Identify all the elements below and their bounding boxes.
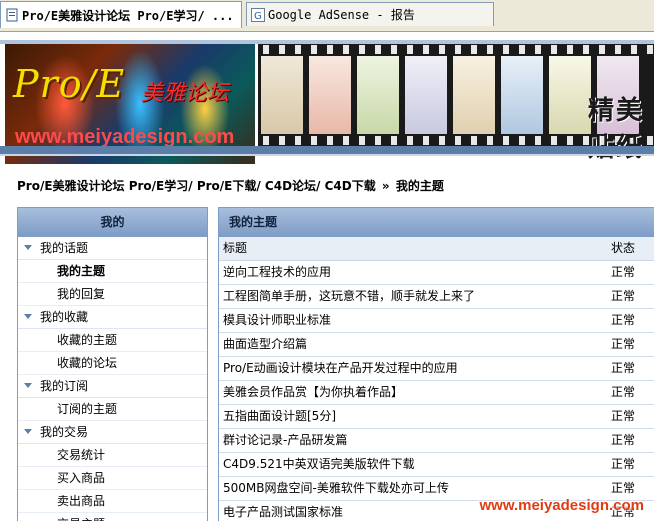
sidebar-item-subscribed-threads[interactable]: 订阅的主题	[18, 398, 207, 421]
sidebar-group-favorites[interactable]: 我的收藏	[18, 306, 207, 329]
tab-title: Google AdSense - 报告	[268, 8, 415, 22]
table-row: 逆向工程技术的应用 正常	[219, 261, 654, 285]
sidebar-item-my-threads[interactable]: 我的主题	[18, 260, 207, 283]
breadcrumb-forum-link[interactable]: Pro/E美雅设计论坛 Pro/E学习/ Pro/E下载/ C4D论坛/ C4D…	[17, 179, 376, 193]
column-header-status: 状态	[611, 241, 636, 255]
sidebar-group-label: 我的交易	[40, 425, 89, 439]
sidebar-item-bought[interactable]: 买入商品	[18, 467, 207, 490]
thread-link[interactable]: 模具设计师职业标准	[223, 313, 331, 327]
thread-link[interactable]: 群讨论记录-产品研发篇	[223, 433, 347, 447]
status-cell: 正常	[611, 313, 636, 327]
browser-tab-strip: Pro/E美雅设计论坛 Pro/E学习/ ... G Google AdSens…	[0, 0, 654, 32]
threads-table-body: 逆向工程技术的应用 正常 工程图简单手册，这玩意不错，顺手就发上来了 正常 模具设计…	[219, 261, 654, 521]
thread-link[interactable]: 美雅会员作品赏【为你执着作品】	[223, 385, 403, 399]
browser-tab-forum[interactable]: Pro/E美雅设计论坛 Pro/E学习/ ...	[0, 1, 242, 28]
breadcrumb-current: 我的主题	[395, 179, 444, 193]
table-row: C4D9.521中英双语完美版软件下载 正常	[219, 453, 654, 477]
sidebar-item-fav-forums[interactable]: 收藏的论坛	[18, 352, 207, 375]
sidebar-group-subscriptions[interactable]: 我的订阅	[18, 375, 207, 398]
chevron-down-icon	[24, 383, 32, 388]
film-strip-banner: 精美贴纸	[258, 44, 654, 163]
status-cell: 正常	[611, 385, 636, 399]
chevron-down-icon	[24, 314, 32, 319]
main-title: 我的主题	[219, 208, 654, 237]
table-row: 工程图简单手册，这玩意不错，顺手就发上来了 正常	[219, 285, 654, 309]
table-row: 曲面造型介绍篇 正常	[219, 333, 654, 357]
status-cell: 正常	[611, 361, 636, 375]
breadcrumb: Pro/E美雅设计论坛 Pro/E学习/ Pro/E下载/ C4D论坛/ C4D…	[17, 177, 444, 194]
thread-link[interactable]: 五指曲面设计题[5分]	[223, 409, 336, 423]
sidebar-item-fav-threads[interactable]: 收藏的主题	[18, 329, 207, 352]
banner-divider	[0, 146, 654, 154]
status-cell: 正常	[611, 433, 636, 447]
table-header: 标题 状态	[219, 237, 654, 261]
tab-title: Pro/E美雅设计论坛 Pro/E学习/ ...	[22, 8, 234, 23]
status-cell: 正常	[611, 337, 636, 351]
google-icon: G	[251, 7, 265, 22]
page-icon	[6, 8, 18, 22]
thread-link[interactable]: Pro/E动画设计模块在产品开发过程中的应用	[223, 361, 458, 375]
svg-text:G: G	[254, 11, 262, 22]
table-row: Pro/E动画设计模块在产品开发过程中的应用 正常	[219, 357, 654, 381]
thread-link[interactable]: 500MB网盘空间-美雅软件下载处亦可上传	[223, 481, 449, 495]
main-panel: 我的主题 标题 状态 逆向工程技术的应用 正常 工程图简单手册，这玩意不错，顺手就…	[218, 207, 654, 521]
logo-title: Pro/E	[13, 62, 126, 106]
thread-link[interactable]: 工程图简单手册，这玩意不错，顺手就发上来了	[223, 289, 475, 303]
sidebar: 我的 我的话题 我的主题 我的回复 我的收藏 收藏的主题 收藏的论坛 我的订阅 …	[17, 207, 208, 521]
thread-link[interactable]: 电子产品测试国家标准	[223, 505, 343, 519]
sidebar-group-label: 我的收藏	[40, 310, 89, 324]
sidebar-group-topics[interactable]: 我的话题	[18, 237, 207, 260]
chevron-down-icon	[24, 429, 32, 434]
thread-link[interactable]: C4D9.521中英双语完美版软件下载	[223, 457, 415, 471]
browser-tab-adsense[interactable]: G Google AdSense - 报告	[246, 2, 494, 26]
column-header-title: 标题	[223, 241, 248, 255]
site-banner: Pro/E 美雅论坛 www.meiyadesign.com 精美贴纸	[0, 32, 654, 164]
sidebar-group-label: 我的话题	[40, 241, 89, 255]
sidebar-group-label: 我的订阅	[40, 379, 89, 393]
status-cell: 正常	[611, 265, 636, 279]
table-row: 美雅会员作品赏【为你执着作品】 正常	[219, 381, 654, 405]
thread-link[interactable]: 曲面造型介绍篇	[223, 337, 307, 351]
sidebar-item-sold[interactable]: 卖出商品	[18, 490, 207, 513]
sidebar-title: 我的	[18, 208, 207, 237]
banner-divider-light	[0, 154, 654, 156]
chevron-down-icon	[24, 245, 32, 250]
table-row: 五指曲面设计题[5分] 正常	[219, 405, 654, 429]
status-cell: 正常	[611, 409, 636, 423]
sidebar-item-trade-stats[interactable]: 交易统计	[18, 444, 207, 467]
status-cell: 正常	[611, 289, 636, 303]
sidebar-group-trades[interactable]: 我的交易	[18, 421, 207, 444]
table-row: 群讨论记录-产品研发篇 正常	[219, 429, 654, 453]
logo-chinese-text: 美雅论坛	[141, 81, 230, 106]
sidebar-item-my-replies[interactable]: 我的回复	[18, 283, 207, 306]
table-row: 模具设计师职业标准 正常	[219, 309, 654, 333]
site-watermark: www.meiyadesign.com	[479, 497, 645, 514]
thread-link[interactable]: 逆向工程技术的应用	[223, 265, 331, 279]
breadcrumb-separator: »	[381, 179, 390, 193]
status-cell: 正常	[611, 457, 636, 471]
